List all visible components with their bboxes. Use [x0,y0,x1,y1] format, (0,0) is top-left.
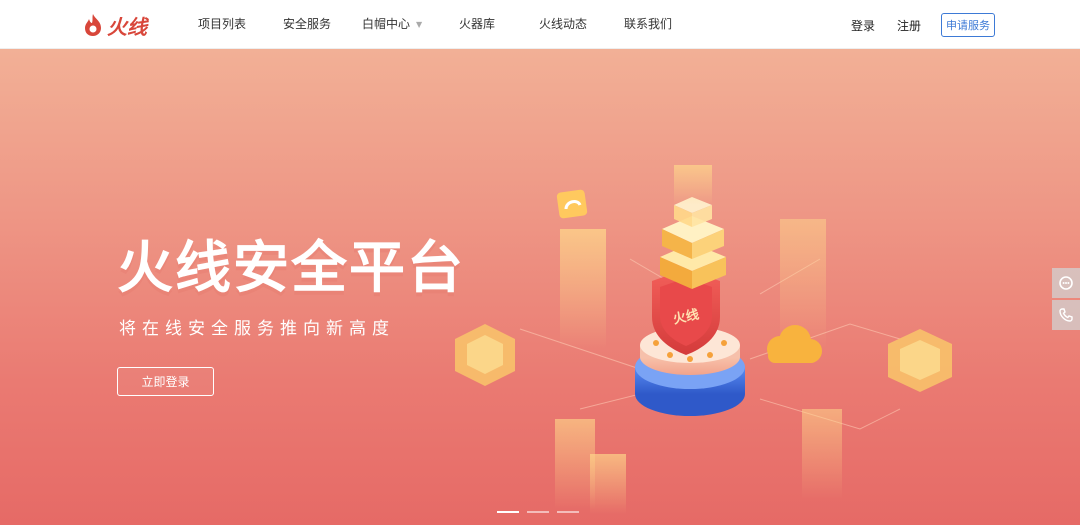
logo-text: 火线 [107,14,147,39]
login-link[interactable]: 登录 [851,17,875,34]
logo[interactable]: 火线 [82,12,147,39]
nav-item-projects[interactable]: 项目列表 [198,16,246,32]
slider-dot-3[interactable] [557,511,579,513]
hero-banner: 火线 火线安全平台 将在线安全服务推向新高度 立即登录 [0,49,1080,525]
hero-subtitle: 将在线安全服务推向新高度 [119,319,395,339]
hero-title: 火线安全平台 [117,236,465,301]
chat-icon [1059,276,1073,290]
nav-item-whitehat-label: 白帽中心 [362,17,411,31]
slider-dot-1[interactable] [497,511,519,513]
side-chat-button[interactable] [1052,268,1080,298]
nav-item-arsenal[interactable]: 火器库 [459,16,495,32]
nav-item-contact[interactable]: 联系我们 [624,16,672,32]
security-platform-illustration: 火线 [455,165,952,514]
nav-item-security-services[interactable]: 安全服务 [283,16,331,32]
side-phone-button[interactable] [1052,300,1080,330]
hero-login-button[interactable]: 立即登录 [117,367,214,396]
slider-dot-2[interactable] [527,511,549,513]
nav-item-news[interactable]: 火线动态 [539,16,587,32]
nav-item-whitehat-center[interactable]: 白帽中心 ▼ [362,16,422,33]
apply-service-button[interactable]: 申请服务 [941,13,995,37]
flame-logo-icon [85,14,101,36]
chevron-down-icon: ▼ [416,19,423,29]
phone-icon [1059,308,1073,322]
register-link[interactable]: 注册 [897,17,921,34]
top-navbar: 火线 项目列表 安全服务 白帽中心 ▼ 火器库 火线动态 联系我们 登录 注册 申… [0,0,1080,49]
